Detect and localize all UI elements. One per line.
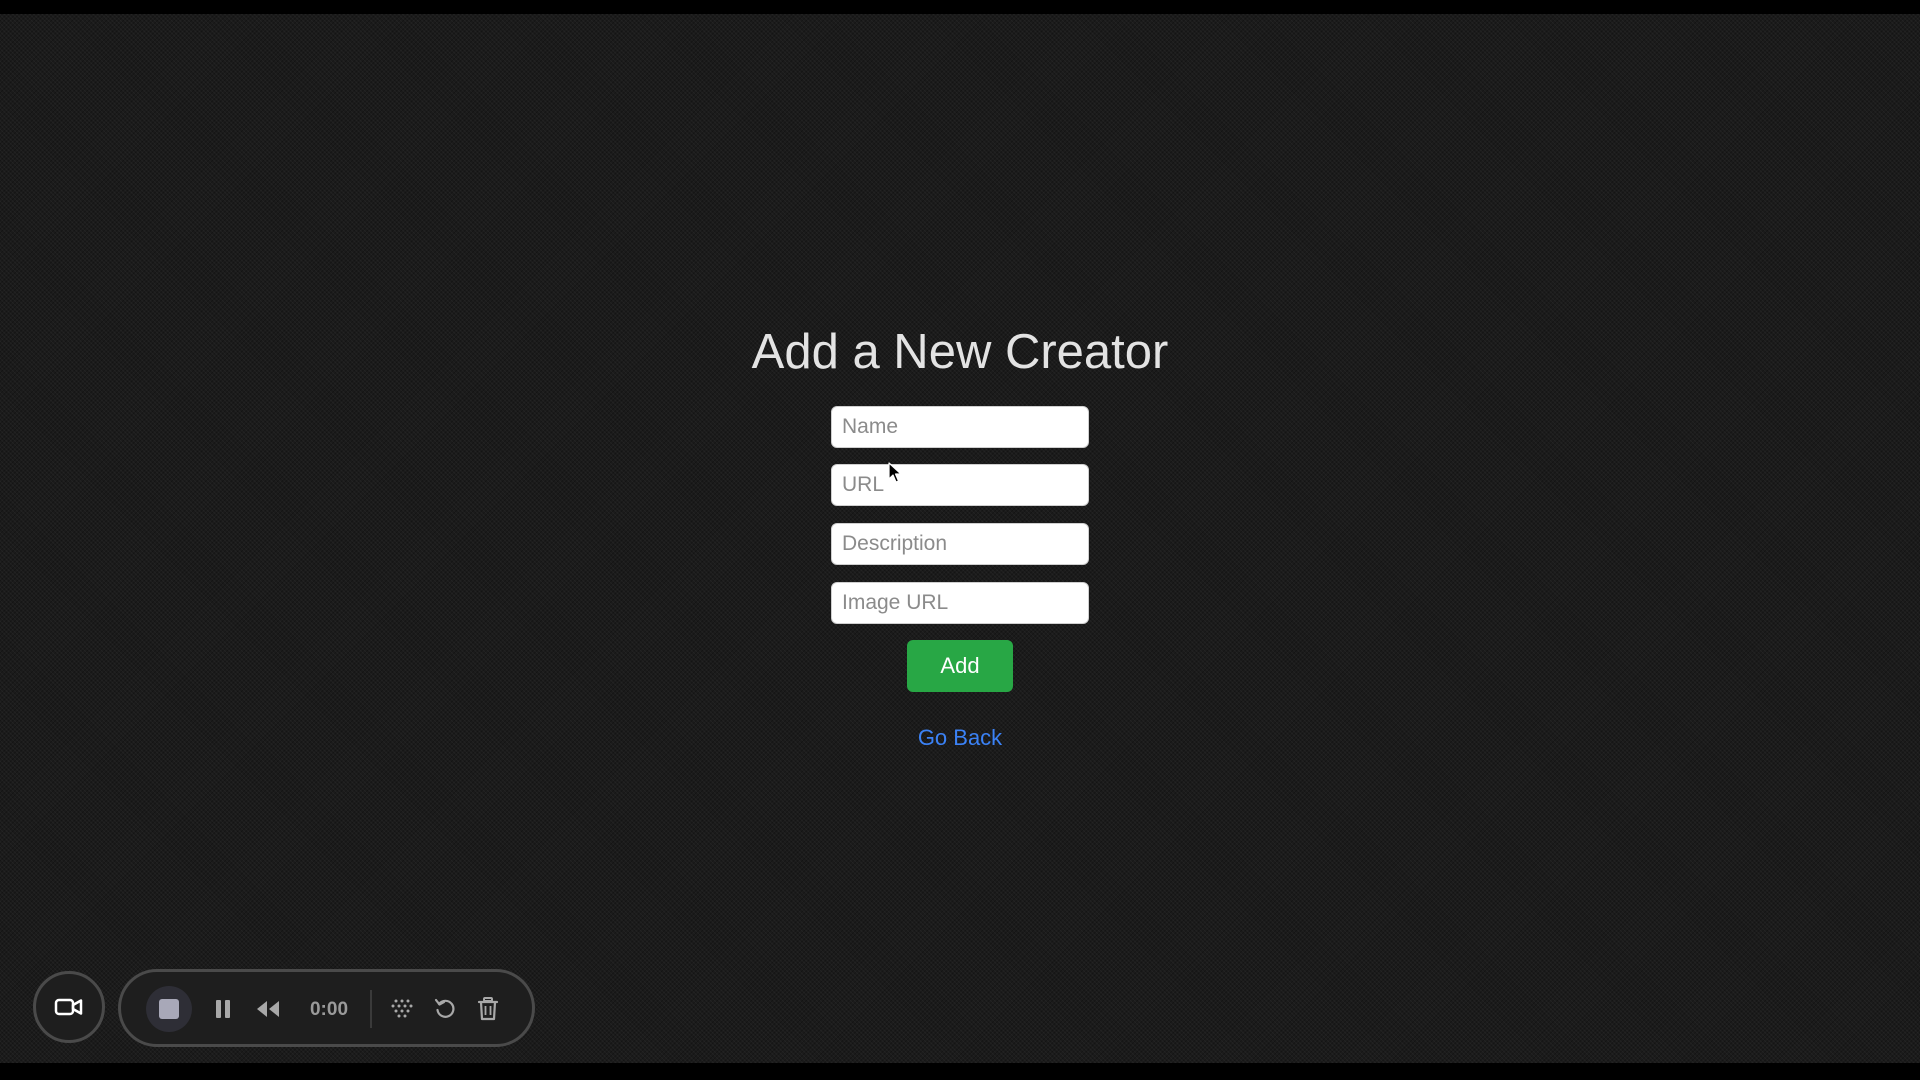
trash-icon xyxy=(477,997,499,1021)
add-button[interactable]: Add xyxy=(907,640,1013,692)
rewind-icon xyxy=(257,1001,279,1017)
image-url-input[interactable] xyxy=(831,582,1089,624)
screen: Add a New Creator Add Go Back xyxy=(0,0,1920,1080)
go-back-container: Go Back xyxy=(0,724,1920,752)
stop-icon xyxy=(159,999,179,1019)
delete-button[interactable] xyxy=(475,996,501,1022)
grid-button[interactable] xyxy=(389,996,415,1022)
description-input[interactable] xyxy=(831,523,1089,565)
url-input[interactable] xyxy=(831,464,1089,506)
go-back-link[interactable]: Go Back xyxy=(918,725,1002,750)
browser-viewport: Add a New Creator Add Go Back xyxy=(0,14,1920,1063)
toolbar-divider xyxy=(370,990,372,1028)
pause-icon xyxy=(216,1000,230,1018)
stop-recording-button[interactable] xyxy=(146,986,192,1032)
recording-timer: 0:00 xyxy=(309,999,349,1020)
pause-button[interactable] xyxy=(210,996,236,1022)
page-title: Add a New Creator xyxy=(751,325,1169,379)
camera-toggle-button[interactable] xyxy=(33,971,105,1043)
mouse-cursor-icon xyxy=(888,462,902,483)
rewind-button[interactable] xyxy=(255,996,281,1022)
restart-button[interactable] xyxy=(432,996,458,1022)
recording-controls-bar: 0:00 xyxy=(118,969,535,1047)
name-input[interactable] xyxy=(831,406,1089,448)
grid-icon xyxy=(391,999,413,1018)
restart-icon xyxy=(434,998,455,1018)
video-camera-icon xyxy=(54,998,83,1016)
